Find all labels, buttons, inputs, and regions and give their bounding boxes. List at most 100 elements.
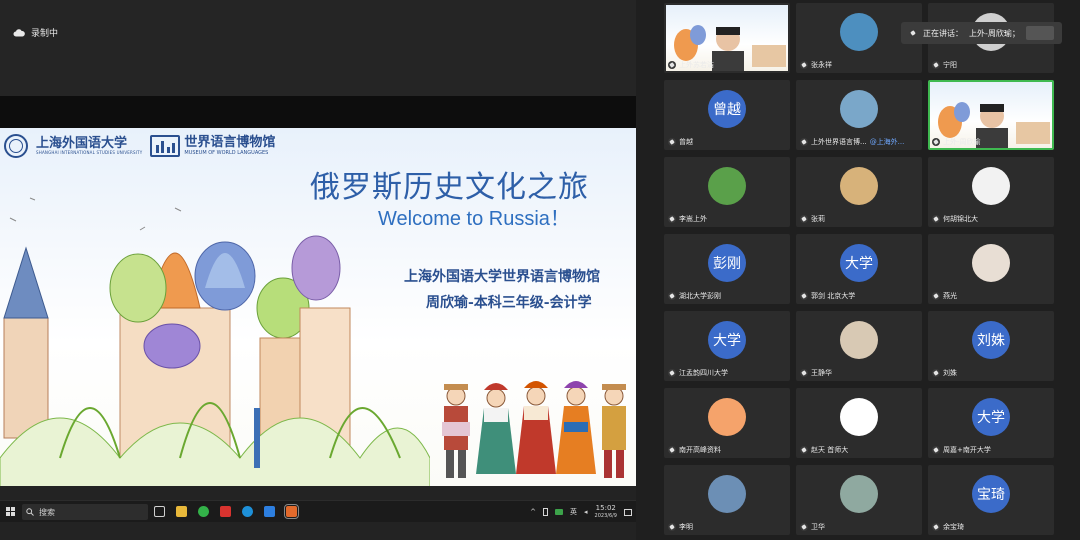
participant-tile[interactable]: 何胡锦北大 bbox=[928, 157, 1054, 227]
participant-tile[interactable]: 燕光 bbox=[928, 234, 1054, 304]
participant-tile[interactable]: 张莉 bbox=[796, 157, 922, 227]
participant-avatar: 彭刚 bbox=[708, 244, 746, 282]
participant-avatar bbox=[708, 398, 746, 436]
participant-name-tag: 燕光 bbox=[932, 290, 957, 301]
network-icon[interactable] bbox=[555, 509, 564, 515]
participant-tile[interactable]: 王静华 bbox=[796, 311, 922, 381]
mic-muted-icon bbox=[668, 214, 676, 223]
mic-muted-icon bbox=[800, 60, 808, 69]
file-explorer-icon[interactable] bbox=[176, 506, 187, 517]
speaking-label: 正在讲话： bbox=[923, 28, 963, 38]
clock-date: 2023/6/9 bbox=[594, 513, 617, 519]
mic-muted-icon bbox=[932, 291, 940, 300]
speaking-indicator: 正在讲话： 上外-周欣瑜； bbox=[901, 22, 1062, 44]
participant-tile[interactable]: 彭刚 湖北大学彭刚 bbox=[664, 234, 790, 304]
participant-tile[interactable]: 宝琦 余宝琦 bbox=[928, 465, 1054, 535]
participant-name-tag: 曾越 bbox=[668, 136, 693, 147]
participant-name-tag: 江孟韵四川大学 bbox=[668, 367, 728, 378]
participant-tile[interactable]: 曾越 曾越 bbox=[664, 80, 790, 150]
participant-name-tag: 余宝琦 bbox=[932, 521, 964, 532]
participant-name: 王静华 bbox=[811, 368, 832, 377]
participant-tile[interactable]: 上外-周欣瑜 bbox=[928, 80, 1054, 150]
battery-icon[interactable] bbox=[543, 508, 549, 516]
windows-start-icon[interactable] bbox=[6, 507, 15, 516]
participant-tile[interactable]: 赵天 首师大 bbox=[796, 388, 922, 458]
mic-muted-icon bbox=[800, 522, 808, 531]
participant-name-tag: 刘姝 bbox=[932, 367, 957, 378]
participant-name-tag: 周嘉+南开大学 bbox=[932, 444, 991, 455]
mic-muted-icon bbox=[800, 368, 808, 377]
wps-icon[interactable] bbox=[220, 506, 231, 517]
participant-tile[interactable]: 李明 bbox=[664, 465, 790, 535]
participant-avatar: 大学 bbox=[972, 398, 1010, 436]
participant-avatar: 大学 bbox=[708, 321, 746, 359]
participant-name-tag: 张永祥 bbox=[800, 59, 832, 70]
slide-logos: 上海外国语大学 SHANGHAI INTERNATIONAL STUDIES U… bbox=[4, 134, 275, 158]
notification-icon[interactable] bbox=[624, 508, 632, 516]
recording-indicator[interactable]: 录制中 bbox=[13, 26, 58, 39]
participant-tile[interactable]: 大学郭剑 北京大学 bbox=[796, 234, 922, 304]
grid-toggle-icon[interactable] bbox=[1025, 26, 1054, 40]
participant-name: 李嵩上外 bbox=[679, 214, 707, 223]
cloud-icon bbox=[13, 28, 25, 36]
slide-title: 俄罗斯历史文化之旅 bbox=[310, 170, 589, 205]
participant-name: 张永祥 bbox=[811, 60, 832, 69]
participant-name: 南开高峰资料 bbox=[679, 445, 721, 454]
participant-name: 余宝琦 bbox=[943, 522, 964, 531]
mic-muted-icon bbox=[668, 522, 676, 531]
recording-label: 录制中 bbox=[31, 29, 59, 39]
search-icon bbox=[26, 508, 34, 516]
participant-tile[interactable]: 上外世界语言博... @上海外... bbox=[796, 80, 922, 150]
mic-muted-icon bbox=[668, 60, 676, 69]
participant-grid: 上外苏若洁 张永祥 宁阳 曾越 曾越 上外世界语言博... @上海外... 上外-周欣瑜 李嵩上… bbox=[636, 0, 1080, 540]
mic-muted-icon bbox=[932, 137, 940, 146]
clock[interactable]: 15:02 2023/6/9 bbox=[595, 504, 617, 520]
participant-name: 郭剑 北京大学 bbox=[811, 291, 856, 300]
participant-name-tag: 李嵩上外 bbox=[668, 213, 707, 224]
participant-tile[interactable]: 卫华 bbox=[796, 465, 922, 535]
participant-tile[interactable]: 大学江孟韵四川大学 bbox=[664, 311, 790, 381]
mic-muted-icon bbox=[668, 291, 676, 300]
meeting-app-icon[interactable] bbox=[264, 506, 275, 517]
chevron-up-icon[interactable]: ^ bbox=[530, 508, 536, 516]
participant-avatar bbox=[840, 13, 878, 51]
wechat-icon[interactable] bbox=[198, 506, 209, 517]
museum-logo-icon bbox=[150, 135, 181, 157]
taskbar-search[interactable]: 搜索 bbox=[22, 504, 148, 520]
participant-name-tag: 王静华 bbox=[800, 367, 832, 378]
participant-avatar bbox=[708, 475, 746, 513]
task-view-icon[interactable] bbox=[154, 506, 165, 517]
participant-tile[interactable]: 上外苏若洁 bbox=[664, 3, 790, 73]
participant-avatar bbox=[840, 90, 878, 128]
ime-indicator[interactable]: 英 bbox=[570, 507, 577, 517]
top-bar: 录制中 bbox=[0, 0, 636, 96]
edge-icon[interactable] bbox=[242, 506, 253, 517]
mic-muted-icon bbox=[800, 214, 808, 223]
participant-name-tag: 郭剑 北京大学 bbox=[800, 290, 855, 301]
participant-avatar: 刘姝 bbox=[972, 321, 1010, 359]
mic-muted-icon bbox=[800, 445, 808, 454]
mic-muted-icon bbox=[800, 137, 808, 146]
participant-name: 赵天 首师大 bbox=[811, 445, 849, 454]
participant-tile[interactable]: 大学周嘉+南开大学 bbox=[928, 388, 1054, 458]
mic-icon bbox=[909, 29, 917, 37]
participant-name: 张莉 bbox=[811, 214, 825, 223]
participant-avatar: 大学 bbox=[840, 244, 878, 282]
university-seal-icon bbox=[4, 134, 28, 158]
mic-muted-icon bbox=[668, 445, 676, 454]
mic-muted-icon bbox=[932, 214, 940, 223]
mic-muted-icon bbox=[932, 445, 940, 454]
participant-tile[interactable]: 南开高峰资料 bbox=[664, 388, 790, 458]
volume-icon[interactable]: ◂ bbox=[584, 508, 588, 516]
participant-avatar bbox=[840, 475, 878, 513]
participant-name-tag: 卫华 bbox=[800, 521, 825, 532]
participant-name-tag: 李明 bbox=[668, 521, 693, 532]
participant-tile[interactable]: 李嵩上外 bbox=[664, 157, 790, 227]
participant-avatar bbox=[972, 167, 1010, 205]
participant-tile[interactable]: 刘姝 刘姝 bbox=[928, 311, 1054, 381]
participant-name-tag: 上外-周欣瑜 bbox=[932, 136, 981, 147]
participant-name: 上外世界语言博... bbox=[811, 137, 867, 146]
shared-screen-area: 录制中 上海外国语大学 SHANGHAI INTERNATIONAL STUDI… bbox=[0, 0, 636, 540]
powerpoint-icon[interactable] bbox=[284, 504, 299, 519]
windows-taskbar: 搜索 ^ 英 ◂ 15:02 2023/6/9 bbox=[0, 500, 636, 522]
